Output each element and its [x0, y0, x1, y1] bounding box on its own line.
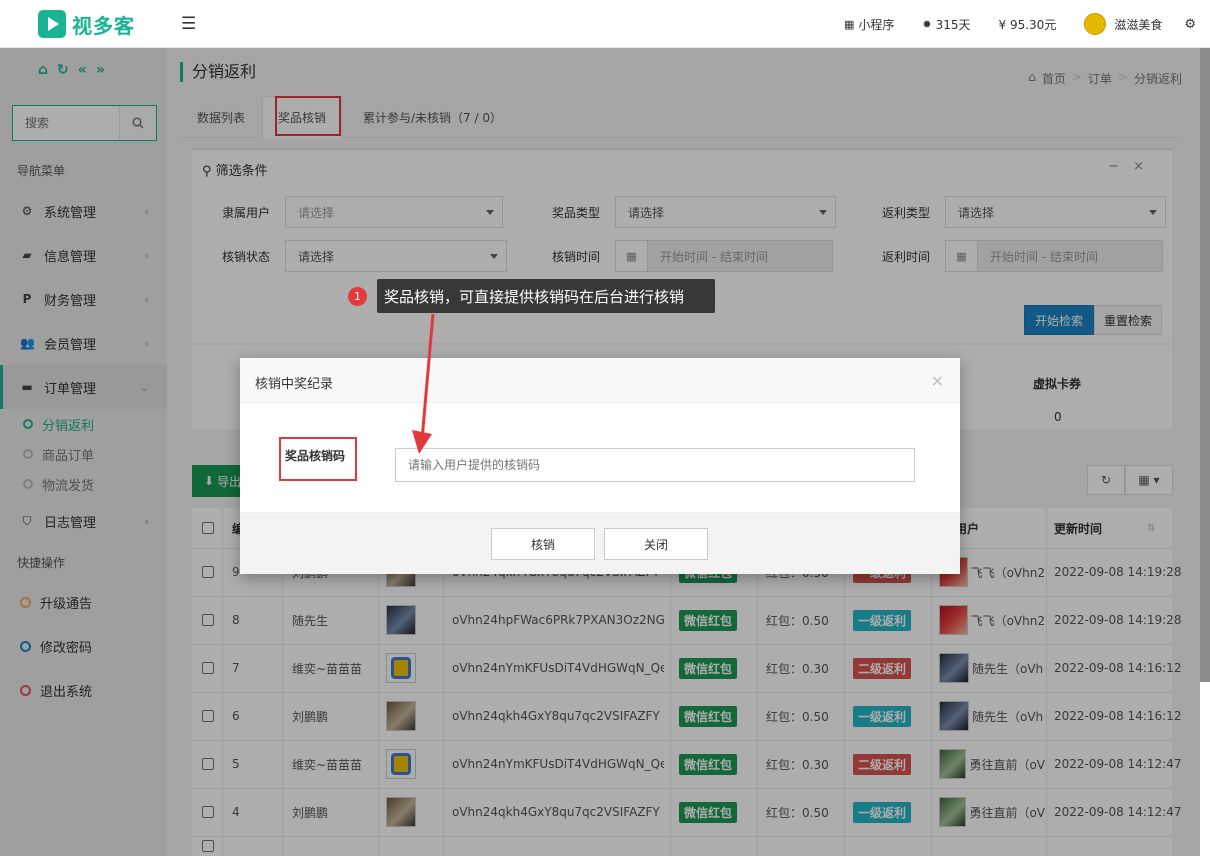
verify-code-input[interactable]: [395, 448, 915, 482]
avatar: [1084, 13, 1107, 35]
annotation-arrow: [412, 313, 435, 454]
qrcode-icon: ▦: [843, 17, 855, 31]
settings-gear-icon[interactable]: ⚙: [1184, 17, 1196, 32]
play-logo-icon: [38, 10, 66, 38]
miniprogram-link[interactable]: ▦ 小程序: [844, 16, 894, 33]
annotation-arrow-head: [412, 430, 432, 454]
scrollbar-area: [1200, 682, 1210, 856]
close-button[interactable]: 关闭: [604, 528, 708, 560]
logo-text: 视多客: [72, 13, 135, 38]
miniprogram-label: 小程序: [858, 17, 895, 32]
days-remaining[interactable]: ✹ 315天: [922, 16, 970, 33]
annotation-arrow-shaft: [420, 313, 435, 441]
balance-label: ¥ 95.30元: [998, 17, 1057, 32]
user-menu[interactable]: 滋滋美食: [1084, 13, 1162, 35]
app-logo[interactable]: 视多客: [38, 10, 135, 38]
annotation-callout: 奖品核销，可直接提供核销码在后台进行核销: [377, 279, 715, 313]
days-label: 315天: [935, 17, 971, 32]
annotation-number-badge: 1: [348, 287, 367, 306]
menu-toggle-icon[interactable]: ☰: [181, 14, 196, 34]
close-icon[interactable]: ×: [931, 371, 944, 390]
modal-footer: 核销 关闭: [240, 512, 960, 574]
top-navbar: 视多客 ☰ ▦ 小程序 ✹ 315天 ¥ 95.30元 滋滋美食 ⚙: [0, 0, 1210, 48]
modal-title: 核销中奖纪录: [255, 377, 334, 392]
modal-header: 核销中奖纪录 ×: [240, 358, 960, 403]
verify-button[interactable]: 核销: [491, 528, 595, 560]
annotation-highlight-label: [279, 437, 357, 481]
sun-icon: ✹: [922, 17, 932, 31]
account-balance[interactable]: ¥ 95.30元: [999, 16, 1057, 33]
username: 滋滋美食: [1114, 17, 1163, 32]
